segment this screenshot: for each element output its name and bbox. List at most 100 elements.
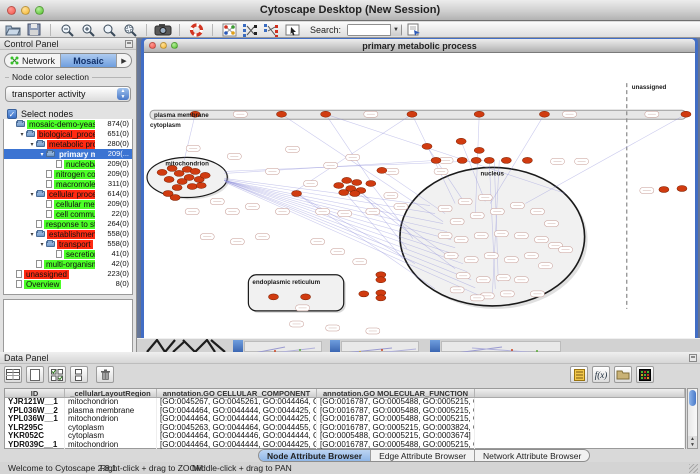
tree-row[interactable]: ▾cellular process614(0) <box>4 189 132 199</box>
tree-row[interactable]: macromolecule311(0) <box>4 179 132 189</box>
node-color-dropdown[interactable]: transporter activity ▲▼ <box>5 86 131 102</box>
tree-row[interactable]: ▾metabolic process280(0) <box>4 139 132 149</box>
tab-node-attribute-browser[interactable]: Node Attribute Browser <box>259 450 371 461</box>
resize-grip[interactable] <box>689 464 698 473</box>
tab-network-attribute-browser[interactable]: Network Attribute Browser <box>475 450 589 461</box>
zoom-fit-button[interactable] <box>121 22 139 37</box>
table-row[interactable]: YDR039C__1mitochondrion[GO:0044464, GO:0… <box>5 441 685 450</box>
graph-node[interactable] <box>342 177 352 183</box>
zoom-in-button[interactable] <box>79 22 97 37</box>
graph-node[interactable] <box>366 180 376 186</box>
graph-node[interactable] <box>184 174 194 180</box>
float-panel-icon[interactable] <box>125 40 133 48</box>
tree-row[interactable]: ▾establishment of lo558(0) <box>4 229 132 239</box>
tree-expand-icon[interactable]: ▾ <box>18 131 26 138</box>
attribute-list-button[interactable] <box>570 366 588 383</box>
tiled-window[interactable] <box>330 340 340 352</box>
graph-node[interactable] <box>431 157 441 163</box>
search-input[interactable] <box>348 25 390 35</box>
graph-node[interactable] <box>376 295 386 301</box>
scrollbar-arrows[interactable]: ▲▼ <box>688 436 697 448</box>
graph-node[interactable] <box>301 294 311 300</box>
float-panel-icon[interactable] <box>689 354 697 362</box>
table-row[interactable]: YJR121W__1mitochondrion[GO:0045267, GO:0… <box>5 398 685 407</box>
graph-node[interactable] <box>157 169 167 175</box>
tree-row[interactable]: nucleobase-209(0) <box>4 159 132 169</box>
import-attributes-button[interactable] <box>614 366 632 383</box>
snapshot-button[interactable] <box>154 22 172 37</box>
graph-node[interactable] <box>681 111 691 117</box>
tree-expand-icon[interactable]: ▾ <box>28 191 36 198</box>
tree-row[interactable]: ▾primary metabo209(... <box>4 149 132 159</box>
tab-network[interactable]: Network <box>5 54 61 67</box>
tiled-window-preview[interactable] <box>441 341 561 352</box>
tree-expand-icon[interactable]: ▾ <box>28 231 36 238</box>
help-button[interactable] <box>187 22 205 37</box>
open-session-button[interactable] <box>4 22 22 37</box>
graph-node[interactable] <box>422 143 432 149</box>
column-header[interactable]: _cellularLayoutRegion <box>65 389 157 397</box>
function-builder-button[interactable]: f(x) <box>592 366 610 383</box>
graph-node[interactable] <box>359 291 369 297</box>
scrollbar-thumb[interactable] <box>689 390 696 406</box>
tree-expand-icon[interactable]: ▾ <box>38 151 46 158</box>
graph-node[interactable] <box>376 277 386 283</box>
select-attributes-button[interactable] <box>4 366 22 383</box>
tree-expand-icon[interactable]: ▾ <box>28 141 36 148</box>
network-graph[interactable]: plasma membranecytoplasmmitochondrionnuc… <box>144 53 695 338</box>
tree-row[interactable]: response to stimulu264(0) <box>4 219 132 229</box>
graph-node[interactable] <box>292 190 302 196</box>
graph-node[interactable] <box>321 111 331 117</box>
graph-edge[interactable] <box>224 180 443 223</box>
graph-node[interactable] <box>456 138 466 144</box>
graph-node[interactable] <box>339 189 349 195</box>
tiled-window[interactable] <box>233 340 243 352</box>
graph-node[interactable] <box>457 157 467 163</box>
enhanced-search-button[interactable] <box>405 22 423 37</box>
tree-row[interactable]: nitrogen compo209(0) <box>4 169 132 179</box>
column-header[interactable]: ID <box>5 389 65 397</box>
graph-node[interactable] <box>190 168 200 174</box>
select-nodes-checkbox[interactable]: ✓ <box>7 109 17 119</box>
save-session-button[interactable] <box>25 22 43 37</box>
edit-edges-button[interactable] <box>262 22 280 37</box>
tree-row[interactable]: ▾biological_process651(0) <box>4 129 132 139</box>
tiled-window[interactable] <box>430 340 440 352</box>
graph-node[interactable] <box>484 157 494 163</box>
graph-node[interactable] <box>172 184 182 190</box>
graph-node[interactable] <box>407 111 417 117</box>
table-scrollbar[interactable]: ▲▼ <box>687 388 698 449</box>
tree-row[interactable]: unassigned223(0) <box>4 269 132 279</box>
edit-nodes-button[interactable] <box>241 22 259 37</box>
tree-row[interactable]: mosaic-demo-yeast874(0) <box>4 119 132 129</box>
graph-node[interactable] <box>659 186 669 192</box>
tree-row[interactable]: ▾transport558(0) <box>4 239 132 249</box>
region-plasma-membrane[interactable] <box>150 110 686 119</box>
table-row[interactable]: YKR052Ccytoplasm[GO:0044464, GO:0044446,… <box>5 432 685 441</box>
graph-node[interactable] <box>268 294 278 300</box>
delete-attribute-button[interactable] <box>96 366 114 383</box>
graph-node[interactable] <box>471 157 481 163</box>
tree-row[interactable]: multi-organism pro42(0) <box>4 259 132 269</box>
table-row[interactable]: YPL036W__2plasma membrane[GO:0044464, GO… <box>5 407 685 416</box>
graph-node[interactable] <box>539 111 549 117</box>
graph-node[interactable] <box>474 111 484 117</box>
tree-row[interactable]: cell communicat22(0) <box>4 209 132 219</box>
graph-node[interactable] <box>187 183 197 189</box>
region-nucleus[interactable] <box>400 167 585 305</box>
tree-row[interactable]: cellular metabo209(0) <box>4 199 132 209</box>
search-dropdown-arrow[interactable]: ▼ <box>390 24 401 36</box>
matrix-view-button[interactable] <box>636 366 654 383</box>
tree-row[interactable]: Overview8(0) <box>4 279 132 289</box>
graph-node[interactable] <box>170 194 180 200</box>
tiled-window-preview[interactable] <box>341 341 419 352</box>
graph-node[interactable] <box>377 167 387 173</box>
annotation-button[interactable] <box>283 22 301 37</box>
graph-node[interactable] <box>350 190 360 196</box>
unselect-all-attributes-button[interactable] <box>70 366 88 383</box>
graph-node[interactable] <box>474 147 484 153</box>
graph-node[interactable] <box>196 182 206 188</box>
select-all-attributes-button[interactable] <box>48 366 66 383</box>
tree-expand-icon[interactable]: ▾ <box>38 241 46 248</box>
graph-node[interactable] <box>276 111 286 117</box>
